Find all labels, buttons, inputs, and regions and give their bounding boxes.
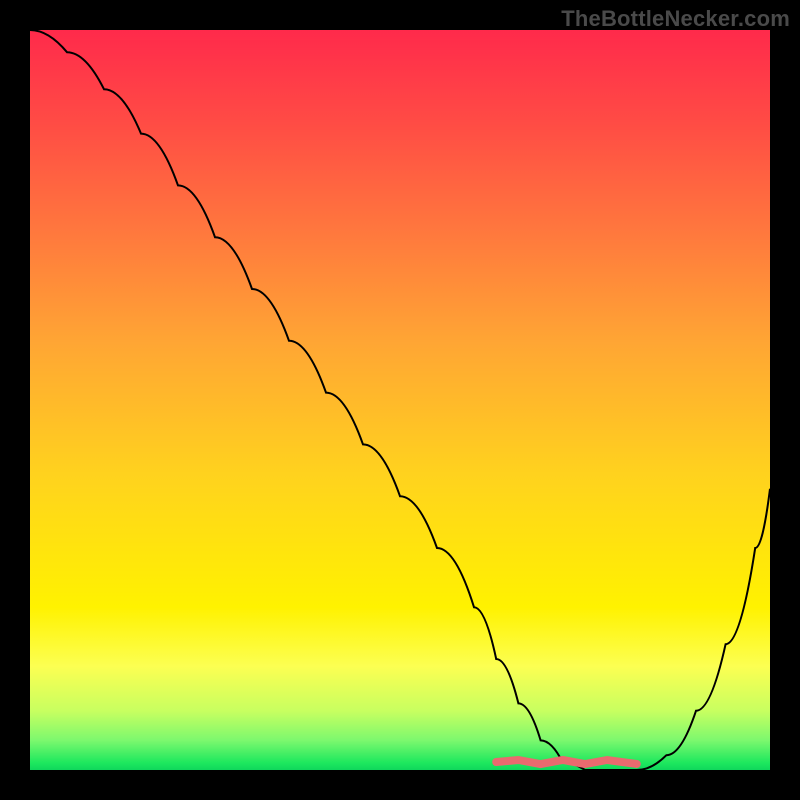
watermark-text: TheBottleNecker.com [561, 6, 790, 32]
chart-area [30, 30, 770, 770]
plateau-highlight [496, 760, 637, 764]
bottleneck-curve [30, 30, 770, 770]
curve-layer [30, 30, 770, 770]
